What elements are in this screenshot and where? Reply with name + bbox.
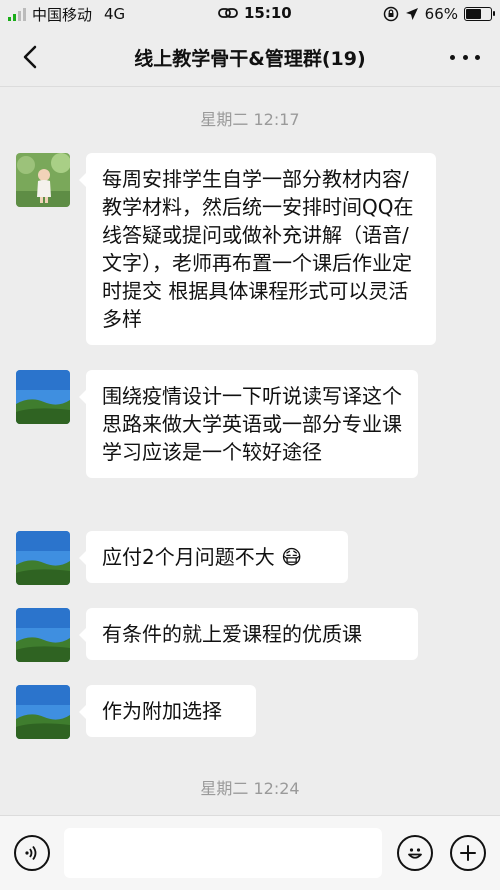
- plus-button[interactable]: [450, 835, 486, 871]
- message-text: 每周安排学生自学一部分教材内容/教学材料，然后统一安排时间QQ在线答疑或提问或做…: [102, 167, 414, 331]
- battery-percent-label: 66%: [424, 5, 458, 23]
- input-bar: [0, 815, 500, 890]
- signal-icon: [8, 7, 26, 21]
- emoji-icon: [408, 848, 422, 859]
- message-bubble[interactable]: 有条件的就上爱课程的优质课: [79, 608, 418, 660]
- message-text: 作为附加选择: [102, 699, 222, 723]
- time-label: 15:10: [244, 4, 292, 22]
- lock-rotation-icon: [383, 6, 398, 22]
- message-input[interactable]: [64, 828, 382, 878]
- status-bar-left: 中国移动 4G: [0, 4, 125, 25]
- avatar-landscape[interactable]: [16, 370, 70, 424]
- network-label: 4G: [104, 5, 126, 23]
- message-item: 作为附加选择: [16, 685, 256, 739]
- avatar-landscape[interactable]: [16, 608, 70, 662]
- message-item: 每周安排学生自学一部分教材内容/教学材料，然后统一安排时间QQ在线答疑或提问或做…: [16, 153, 436, 345]
- message-bubble[interactable]: 作为附加选择: [79, 685, 256, 737]
- message-text: 有条件的就上爱课程的优质课: [102, 622, 362, 646]
- voice-icon: [25, 845, 37, 861]
- avatar-landscape[interactable]: [16, 685, 70, 739]
- chat-title: 线上教学骨干&管理群(19): [134, 47, 366, 70]
- message-bubble[interactable]: 应付2个月问题不大 😷: [79, 531, 348, 583]
- timestamp: 星期二 12:17: [200, 110, 300, 129]
- status-bar: 中国移动 4G 15:10 66%: [0, 0, 500, 28]
- more-dot: [450, 54, 455, 60]
- avatar-landscape[interactable]: [16, 531, 70, 585]
- avatar-image: [16, 608, 70, 662]
- voice-button[interactable]: [14, 835, 50, 871]
- message-bubble[interactable]: 围绕疫情设计一下听说读写译这个思路来做大学英语或一部分专业课学习应该是一个较好途…: [79, 370, 418, 478]
- message-item: 应付2个月问题不大 😷: [16, 531, 348, 585]
- message-text: 围绕疫情设计一下听说读写译这个思路来做大学英语或一部分专业课学习应该是一个较好途…: [102, 384, 402, 464]
- avatar-image: [16, 153, 70, 207]
- link-icon: [218, 8, 238, 18]
- avatar-image: [16, 685, 70, 739]
- emoji-button[interactable]: [397, 835, 433, 871]
- message-item: 有条件的就上爱课程的优质课: [16, 608, 418, 662]
- message-bubble[interactable]: 每周安排学生自学一部分教材内容/教学材料，然后统一安排时间QQ在线答疑或提问或做…: [79, 153, 436, 345]
- status-bar-center: 15:10: [218, 4, 292, 22]
- more-dot: [462, 54, 468, 60]
- avatar-image: [16, 531, 70, 585]
- mask-emoji: 😷: [281, 545, 302, 569]
- avatar-child[interactable]: [16, 153, 70, 207]
- more-options-button[interactable]: [450, 44, 480, 70]
- location-icon: [405, 8, 418, 20]
- avatar-image: [16, 370, 70, 424]
- battery-icon: [464, 7, 495, 21]
- chat-header: 线上教学骨干&管理群(19): [0, 28, 500, 87]
- back-button[interactable]: [16, 42, 46, 72]
- message-text: 应付2个月问题不大: [102, 545, 275, 569]
- status-bar-right: 66%: [383, 5, 500, 23]
- more-dot: [475, 54, 480, 60]
- plus-icon: [460, 845, 476, 861]
- timestamp: 星期二 12:24: [200, 779, 300, 798]
- chevron-left-icon: [23, 45, 37, 69]
- message-item: 围绕疫情设计一下听说读写译这个思路来做大学英语或一部分专业课学习应该是一个较好途…: [16, 370, 418, 478]
- carrier-label: 中国移动: [32, 5, 93, 24]
